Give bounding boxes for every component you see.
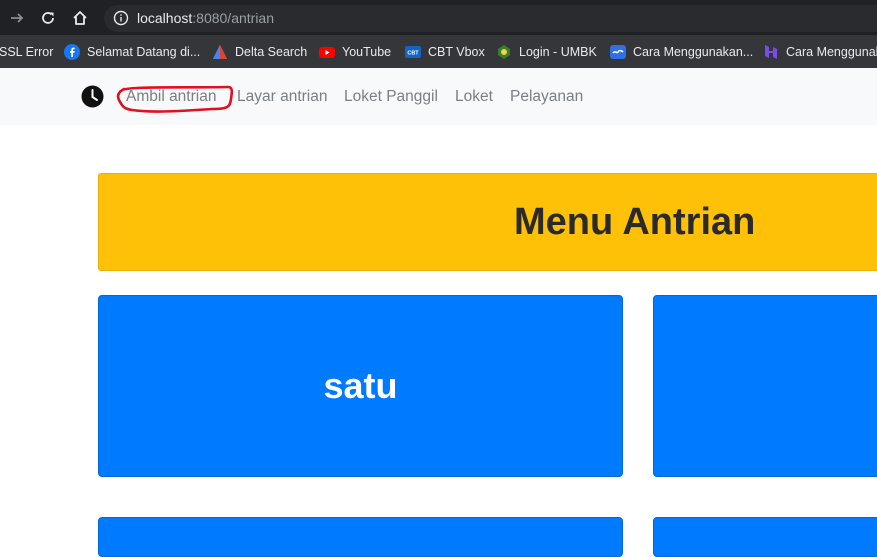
bookmark-login-umbk[interactable]: Login - UMBK: [496, 35, 597, 68]
address-bar[interactable]: localhost:8080/antrian: [104, 5, 877, 32]
queue-card-label: [99, 518, 622, 556]
reload-icon: [42, 11, 54, 24]
nav-link-loket[interactable]: Loket: [455, 86, 493, 108]
link-icon: [610, 44, 626, 60]
url-path: :8080/antrian: [192, 10, 274, 26]
bookmark-label: Cara Menggunakan...: [633, 44, 754, 59]
bookmark-label: YouTube: [342, 44, 392, 59]
nav-link-pelayanan[interactable]: Pelayanan: [510, 86, 583, 108]
app-navbar: Ambil antrian Layar antrian Loket Panggi…: [0, 68, 877, 125]
bookmarks-bar: SSL Error Selamat Datang di... Delta Sea…: [0, 35, 877, 68]
page-title: Menu Antrian: [514, 201, 756, 243]
hostinger-icon: [763, 44, 779, 60]
svg-text:CBT: CBT: [407, 50, 419, 56]
url-host: localhost: [137, 10, 193, 26]
bookmark-cara-menggunakan-1[interactable]: Cara Menggunakan...: [610, 35, 753, 68]
umbk-icon: [496, 44, 512, 60]
bookmark-label: Delta Search: [235, 44, 308, 59]
reload-button[interactable]: [33, 0, 63, 35]
bookmark-ssl-error[interactable]: SSL Error: [0, 35, 53, 68]
bookmark-label: CBT Vbox: [428, 44, 485, 59]
browser-toolbar: localhost:8080/antrian: [0, 0, 877, 35]
home-button[interactable]: [65, 0, 95, 35]
cbt-icon: CBT: [405, 44, 421, 60]
youtube-icon: [319, 44, 335, 60]
home-icon: [73, 10, 87, 25]
queue-card-2[interactable]: [653, 295, 877, 477]
bookmark-delta-search[interactable]: Delta Search: [212, 35, 307, 68]
bookmark-cbt-vbox[interactable]: CBT CBT Vbox: [405, 35, 485, 68]
bookmark-selamat-datang[interactable]: Selamat Datang di...: [64, 35, 200, 68]
nav-link-loket-panggil[interactable]: Loket Panggil: [344, 86, 438, 108]
nav-link-ambil-antrian[interactable]: Ambil antrian: [126, 86, 216, 108]
facebook-icon: [64, 43, 80, 60]
queue-card-4[interactable]: [653, 517, 877, 557]
menu-header-banner: Menu Antrian: [98, 173, 877, 271]
bookmark-label: Selamat Datang di...: [87, 44, 201, 59]
nav-link-layar-antrian[interactable]: Layar antrian: [237, 86, 327, 108]
bookmark-youtube[interactable]: YouTube: [319, 35, 391, 68]
queue-card-3[interactable]: [98, 517, 623, 557]
bookmark-label: Login - UMBK: [519, 44, 597, 59]
bookmark-cara-menggunakan-2[interactable]: Cara Menggunak: [763, 35, 877, 68]
forward-button[interactable]: [2, 0, 32, 35]
queue-card-label: [654, 296, 877, 476]
queue-card-satu[interactable]: satu: [98, 295, 623, 477]
arrow-right-icon: [11, 12, 24, 23]
bookmark-label: SSL Error: [0, 44, 54, 59]
clock-icon[interactable]: [81, 85, 104, 108]
site-info-icon[interactable]: [113, 10, 129, 26]
queue-card-label: satu: [323, 365, 398, 406]
url-text: localhost:8080/antrian: [137, 5, 274, 32]
bookmark-label: Cara Menggunak: [786, 44, 877, 59]
queue-card-label: [654, 518, 877, 556]
delta-icon: [212, 44, 228, 60]
